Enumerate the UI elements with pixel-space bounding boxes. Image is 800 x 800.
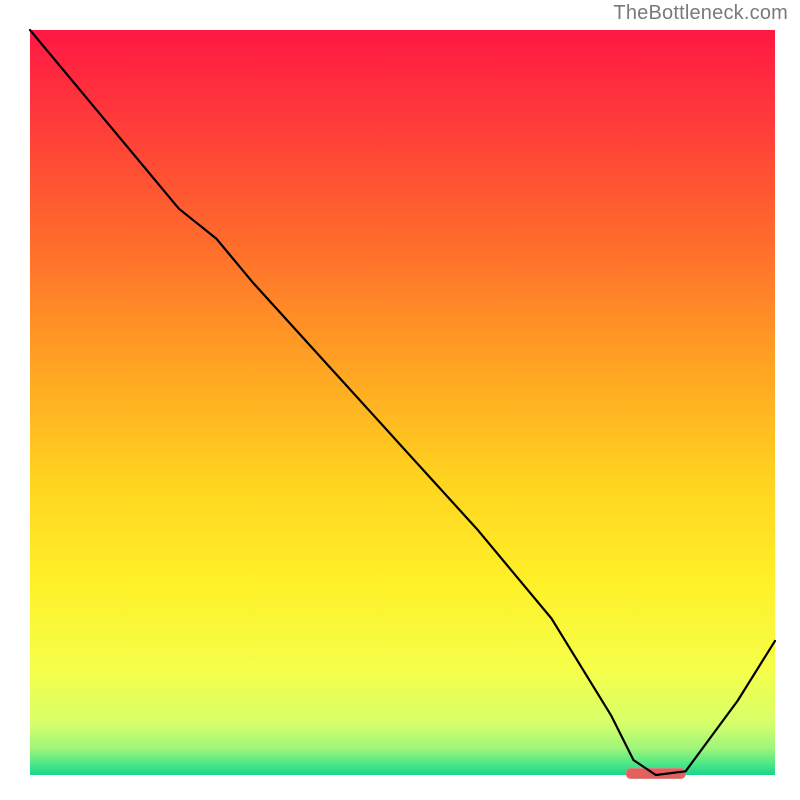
gradient-background (30, 30, 775, 775)
chart-stage: TheBottleneck.com (0, 0, 800, 800)
chart-svg (0, 0, 800, 800)
